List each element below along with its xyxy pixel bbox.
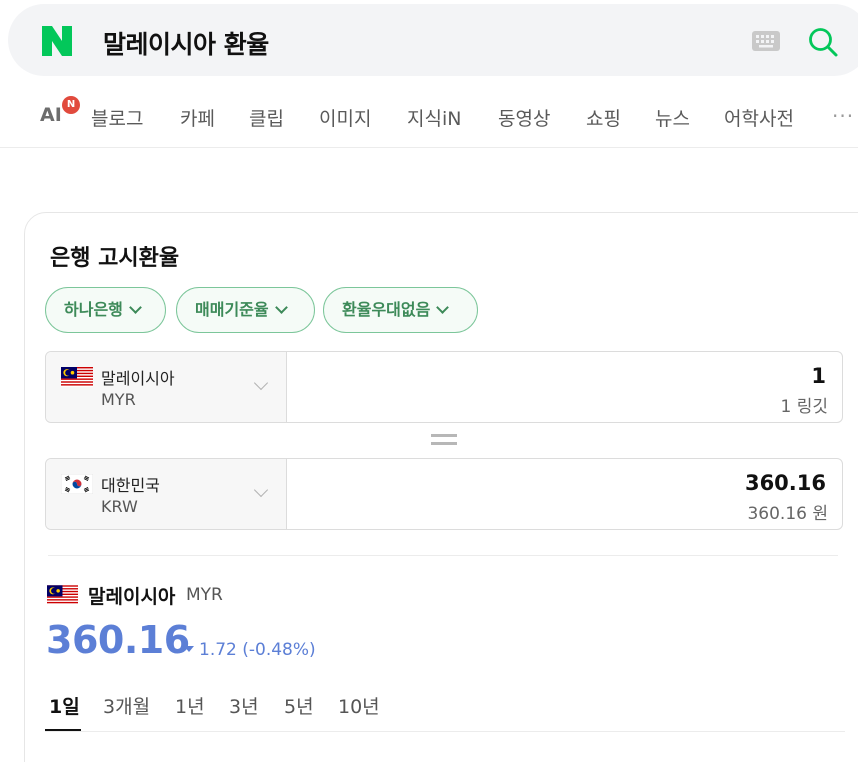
chevron-down-icon bbox=[274, 301, 288, 314]
tab-ai[interactable]: AI bbox=[40, 104, 62, 126]
chevron-down-icon bbox=[253, 482, 269, 498]
period-tab-3m[interactable]: 3개월 bbox=[103, 692, 150, 719]
search-icon[interactable] bbox=[807, 26, 839, 58]
new-badge: N bbox=[62, 96, 80, 114]
equals-icon bbox=[431, 434, 457, 446]
tab-kin[interactable]: 지식iN bbox=[407, 104, 461, 131]
currency-code: MYR bbox=[101, 390, 136, 409]
period-tab-10y[interactable]: 10년 bbox=[338, 692, 380, 719]
from-currency-row: 말레이시아 MYR 1 1 링깃 bbox=[45, 351, 843, 423]
chip-label: 환율우대없음 bbox=[342, 300, 431, 319]
tab-blog[interactable]: 블로그 bbox=[91, 104, 143, 131]
tab-news[interactable]: 뉴스 bbox=[655, 104, 690, 131]
tab-clip[interactable]: 클립 bbox=[249, 104, 284, 131]
rate-currency-name: 말레이시아 bbox=[88, 586, 176, 608]
chip-label: 하나은행 bbox=[64, 300, 123, 319]
rate-change-text: 1.72 (-0.48%) bbox=[199, 640, 316, 660]
chip-label: 매매기준율 bbox=[195, 300, 269, 319]
search-query[interactable]: 말레이시아 환율 bbox=[103, 25, 269, 61]
tab-images[interactable]: 이미지 bbox=[319, 104, 371, 131]
currency-name: 대한민국 bbox=[101, 476, 160, 495]
to-amount-input[interactable]: 360.16 bbox=[745, 471, 826, 495]
chevron-down-icon bbox=[129, 301, 142, 314]
to-currency-select[interactable]: 대한민국 KRW bbox=[46, 459, 287, 529]
to-currency-row: 대한민국 KRW 360.16 360.16 원 bbox=[45, 458, 843, 530]
to-amount-text: 360.16 원 bbox=[747, 504, 828, 524]
rate-currency-code: MYR bbox=[186, 585, 223, 605]
search-bar[interactable]: 말레이시아 환율 bbox=[8, 4, 858, 76]
discount-chip[interactable]: 환율우대없음 bbox=[323, 287, 478, 333]
chevron-down-icon bbox=[436, 301, 450, 314]
search-tabs: AI N 블로그 카페 클립 이미지 지식iN 동영상 쇼핑 뉴스 어학사전 ·… bbox=[0, 96, 858, 148]
currency-code: KRW bbox=[101, 497, 138, 516]
tab-dictionary[interactable]: 어학사전 bbox=[724, 104, 794, 131]
more-tabs-icon[interactable]: ··· bbox=[832, 104, 854, 128]
tab-video[interactable]: 동영상 bbox=[498, 104, 550, 131]
card-title: 은행 고시환율 bbox=[50, 246, 180, 271]
period-tab-1y[interactable]: 1년 bbox=[175, 692, 205, 719]
tab-label: AI bbox=[40, 104, 62, 126]
active-period-indicator bbox=[45, 729, 81, 731]
from-amount-input[interactable]: 1 bbox=[811, 364, 826, 388]
period-tab-1d[interactable]: 1일 bbox=[49, 692, 80, 719]
malaysia-flag-icon bbox=[47, 585, 78, 605]
bank-selector-chip[interactable]: 하나은행 bbox=[45, 287, 166, 333]
naver-logo-icon[interactable] bbox=[40, 24, 74, 58]
keyboard-icon[interactable] bbox=[751, 30, 781, 52]
from-amount-text: 1 링깃 bbox=[780, 397, 829, 417]
rate-type-chip[interactable]: 매매기준율 bbox=[176, 287, 315, 333]
chevron-down-icon bbox=[253, 375, 269, 391]
period-tabs-divider bbox=[45, 731, 845, 732]
period-tab-3y[interactable]: 3년 bbox=[229, 692, 259, 719]
down-arrow-icon bbox=[184, 646, 194, 652]
period-tab-5y[interactable]: 5년 bbox=[284, 692, 314, 719]
tab-cafe[interactable]: 카페 bbox=[180, 104, 215, 131]
currency-name: 말레이시아 bbox=[101, 369, 175, 388]
tab-shopping[interactable]: 쇼핑 bbox=[586, 104, 621, 131]
from-currency-select[interactable]: 말레이시아 MYR bbox=[46, 352, 287, 422]
current-rate-value: 360.16 bbox=[46, 618, 190, 662]
korea-flag-icon bbox=[61, 474, 93, 494]
rate-change: 1.72 (-0.48%) bbox=[184, 640, 316, 660]
section-divider bbox=[48, 555, 838, 556]
malaysia-flag-icon bbox=[61, 367, 93, 387]
